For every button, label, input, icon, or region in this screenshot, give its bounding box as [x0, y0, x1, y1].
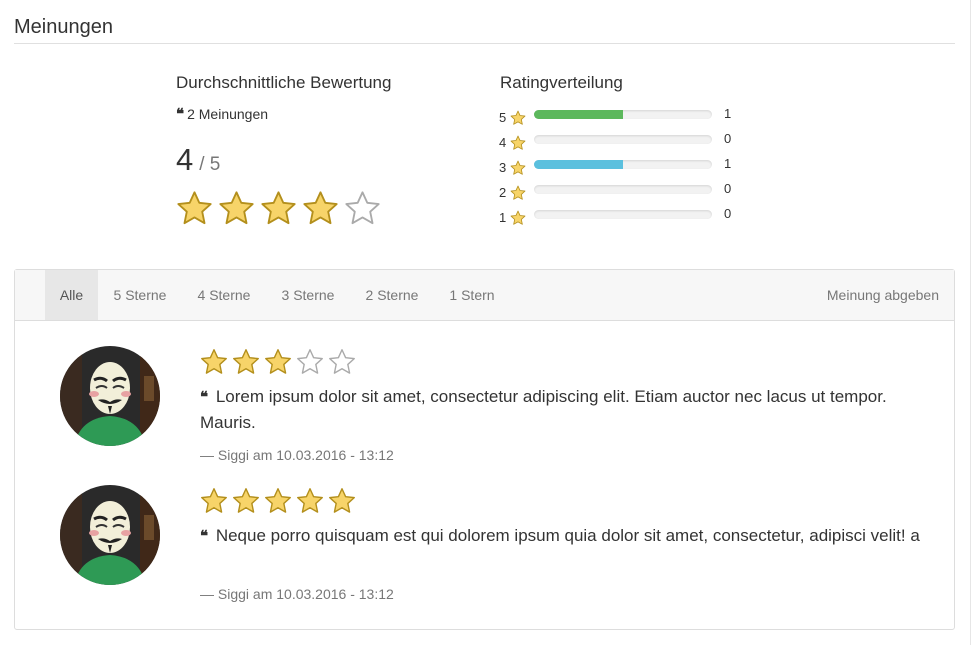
distribution-star-wrap	[510, 160, 526, 181]
quote-icon: ❝	[176, 106, 185, 123]
average-score: 4/ 5	[176, 142, 220, 178]
distribution-count: 0	[724, 131, 732, 146]
quote-icon: ❝	[200, 389, 209, 406]
star-filled-icon	[201, 349, 227, 374]
distribution-star-wrap	[510, 185, 526, 206]
review-star-rating	[200, 487, 360, 515]
star-icon	[510, 160, 526, 175]
distribution-star-level: 4	[499, 135, 507, 150]
distribution-row: 40	[498, 131, 748, 152]
tab-5-stars[interactable]: 5 Sterne	[98, 270, 182, 320]
section-title: Meinungen	[14, 16, 113, 38]
distribution-bar-fill	[534, 160, 623, 169]
distribution-bar-track	[534, 210, 712, 219]
average-star-rating	[176, 190, 386, 230]
tab-4-stars[interactable]: 4 Sterne	[182, 270, 266, 320]
distribution-count: 0	[724, 206, 732, 221]
distribution-bar-fill	[534, 110, 623, 119]
distribution-row: 10	[498, 206, 748, 227]
distribution-heading: Ratingverteilung	[500, 73, 623, 92]
average-rating-heading: Durchschnittliche Bewertung	[176, 73, 392, 92]
distribution-row: 51	[498, 106, 748, 127]
avatar	[60, 485, 160, 585]
star-filled-icon	[177, 191, 212, 225]
distribution-star-level: 2	[499, 185, 507, 200]
submit-review-link[interactable]: Meinung abgeben	[827, 270, 939, 320]
tab-3-stars[interactable]: 3 Sterne	[266, 270, 350, 320]
star-filled-icon	[297, 488, 323, 513]
distribution-bar-track	[534, 135, 712, 144]
star-icon	[510, 135, 526, 150]
avatar	[60, 346, 160, 446]
distribution-star-wrap	[510, 135, 526, 156]
review-text: ❝ Neque porro quisquam est qui dolorem i…	[200, 523, 930, 549]
review-body: Neque porro quisquam est qui dolorem ips…	[215, 526, 920, 545]
star-filled-icon	[233, 488, 259, 513]
star-filled-icon	[261, 191, 296, 225]
review-count-label: 2 Meinungen	[187, 106, 269, 122]
star-filled-icon	[201, 488, 227, 513]
review-count: ❝ 2 Meinungen	[176, 105, 268, 123]
star-empty-icon	[329, 349, 355, 374]
distribution-star-level: 3	[499, 160, 507, 175]
quote-icon: ❝	[200, 528, 209, 545]
distribution-bar-track	[534, 110, 712, 119]
average-score-max: / 5	[199, 154, 221, 175]
filter-tabbar: Alle 5 Sterne 4 Sterne 3 Sterne 2 Sterne…	[15, 270, 954, 321]
star-empty-icon	[345, 191, 380, 225]
star-empty-icon	[297, 349, 323, 374]
distribution-bar-track	[534, 185, 712, 194]
distribution-star-wrap	[510, 210, 526, 231]
distribution-star-wrap	[510, 110, 526, 131]
star-icon	[510, 210, 526, 225]
star-filled-icon	[265, 349, 291, 374]
tab-2-stars[interactable]: 2 Sterne	[350, 270, 434, 320]
star-filled-icon	[233, 349, 259, 374]
review-body: Lorem ipsum dolor sit amet, consectetur …	[200, 387, 887, 432]
distribution-star-level: 5	[499, 110, 507, 125]
review-meta: — Siggi am 10.03.2016 - 13:12	[200, 586, 394, 602]
title-divider	[14, 43, 955, 44]
star-filled-icon	[219, 191, 254, 225]
distribution-count: 1	[724, 156, 732, 171]
review-star-rating	[200, 348, 360, 376]
tab-1-star[interactable]: 1 Stern	[434, 270, 510, 320]
star-icon	[510, 185, 526, 200]
star-filled-icon	[265, 488, 291, 513]
star-filled-icon	[303, 191, 338, 225]
avatar-image	[60, 485, 160, 585]
distribution-count: 0	[724, 181, 732, 196]
star-icon	[510, 110, 526, 125]
review-text: ❝ Lorem ipsum dolor sit amet, consectetu…	[200, 384, 930, 435]
avatar-image	[60, 346, 160, 446]
distribution-count: 1	[724, 106, 732, 121]
distribution-bar-track	[534, 160, 712, 169]
page-edge-divider	[970, 0, 971, 645]
distribution-row: 31	[498, 156, 748, 177]
reviews-panel	[14, 269, 955, 630]
average-score-value: 4	[176, 142, 194, 177]
distribution-row: 20	[498, 181, 748, 202]
distribution-star-level: 1	[499, 210, 507, 225]
review-meta: — Siggi am 10.03.2016 - 13:12	[200, 447, 394, 463]
star-filled-icon	[329, 488, 355, 513]
tab-all[interactable]: Alle	[45, 270, 98, 320]
